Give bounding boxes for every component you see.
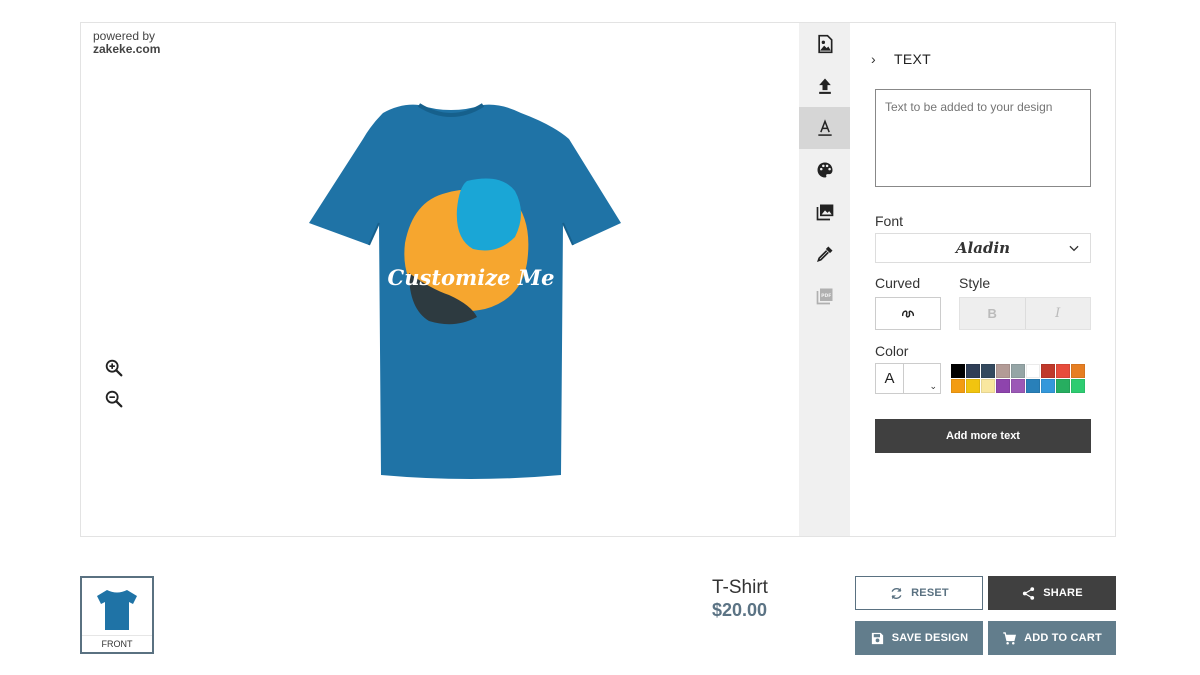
italic-button[interactable]: I [1024,298,1091,329]
design-text[interactable]: Customize Me [388,265,555,290]
zoom-out-button[interactable] [103,388,125,410]
save-design-button[interactable]: SAVE DESIGN [855,621,983,655]
zoom-out-icon [105,390,123,408]
product-canvas[interactable]: Customize Me [301,73,641,483]
color-swatch[interactable] [966,364,980,378]
color-swatch[interactable] [1026,364,1040,378]
text-panel: › TEXT Font Aladin Curved Style B I Colo… [851,23,1115,536]
designer-editor: powered by zakeke.com Customize Me PDF ›… [80,22,1116,537]
style-toggle-group: B I [959,297,1091,330]
style-label: Style [959,275,991,291]
font-value: Aladin [955,239,1011,257]
share-icon [1023,586,1035,600]
pdf-icon: PDF [816,288,832,305]
curved-text-button[interactable] [875,297,941,330]
panel-title: TEXT [893,51,931,67]
reset-label: RESET [911,587,949,599]
image-icon [817,34,832,54]
save-design-label: SAVE DESIGN [891,632,969,644]
font-select[interactable]: Aladin [875,233,1091,263]
svg-text:PDF: PDF [821,293,831,299]
thumbnail-label: FRONT [82,635,152,649]
product-name: T-Shirt [712,577,768,598]
upload-icon [818,78,831,94]
color-swatch[interactable] [1041,379,1055,393]
color-swatch[interactable] [981,379,995,393]
tool-gallery[interactable] [799,191,850,233]
curved-label: Curved [875,275,921,291]
tool-image[interactable] [799,23,850,65]
product-price: $20.00 [712,600,768,620]
color-swatch[interactable] [1071,364,1085,378]
color-swatch[interactable] [1056,379,1070,393]
color-label: Color [875,343,909,359]
color-swatch[interactable] [1011,379,1025,393]
brand-link[interactable]: zakeke.com [93,43,160,56]
palette-icon [817,162,832,178]
powered-by[interactable]: powered by zakeke.com [93,30,160,56]
color-swatch[interactable] [981,364,995,378]
color-picker[interactable]: A ⌄ [875,363,941,394]
panel-header[interactable]: › TEXT [871,51,931,67]
save-icon [871,632,883,644]
tool-sidebar: PDF [799,23,850,536]
eyedropper-icon [816,246,832,262]
zoom-in-icon [105,359,123,377]
refresh-icon [891,587,902,599]
reset-button[interactable]: RESET [855,576,983,610]
color-swatches [951,364,1092,393]
color-swatch[interactable] [1026,379,1040,393]
tool-upload[interactable] [799,65,850,107]
add-to-cart-label: ADD TO CART [1024,632,1102,644]
color-preview-letter: A [876,364,904,393]
color-swatch[interactable] [996,379,1010,393]
side-thumbnail-front[interactable]: FRONT [80,576,154,654]
gallery-icon [816,204,833,221]
tool-text[interactable] [799,107,850,149]
color-swatch[interactable] [951,364,965,378]
zoom-in-button[interactable] [103,357,125,379]
color-swatch[interactable] [996,364,1010,378]
cart-icon [1003,631,1017,644]
share-label: SHARE [1043,587,1083,599]
color-swatch[interactable] [1071,379,1085,393]
color-swatch[interactable] [1011,364,1025,378]
chevron-right-icon: › [871,51,876,67]
color-swatch[interactable] [951,379,965,393]
text-icon [817,119,832,136]
tool-pdf[interactable]: PDF [799,275,850,317]
color-swatch[interactable] [1041,364,1055,378]
color-dropdown[interactable]: ⌄ [904,364,940,393]
tool-colors[interactable] [799,149,850,191]
color-swatch[interactable] [966,379,980,393]
caret-down-icon: ⌄ [929,381,937,391]
curve-icon [901,309,915,318]
text-input[interactable] [875,89,1091,187]
add-to-cart-button[interactable]: ADD TO CART [988,621,1116,655]
bold-button[interactable]: B [960,298,1025,329]
share-button[interactable]: SHARE [988,576,1116,610]
color-swatch[interactable] [1056,364,1070,378]
add-more-text-button[interactable]: Add more text [875,419,1091,453]
chevron-down-icon [1069,245,1079,252]
tshirt-thumbnail [97,590,137,630]
font-label: Font [875,213,904,229]
tool-eyedropper[interactable] [799,233,850,275]
tshirt-image[interactable]: Customize Me [301,73,641,483]
